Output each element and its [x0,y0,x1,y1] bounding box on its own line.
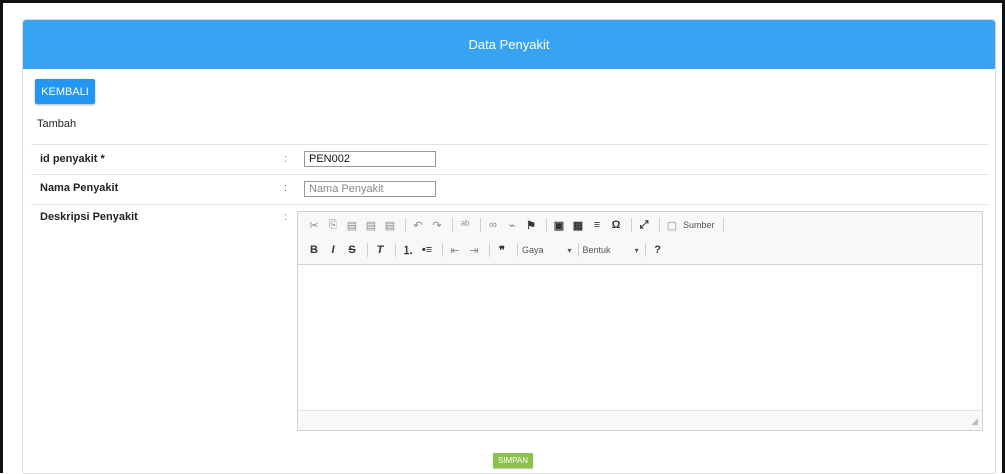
toolbar-separator [577,243,579,257]
form-subtitle: Tambah [37,118,77,130]
resize-handle-icon[interactable]: ◢ [971,416,978,427]
toolbar-separator [367,243,368,257]
toolbar-separator [452,218,453,232]
toolbar-row-1: ✂ ⎘ ▤ ▤ ▤ ↶ ↷ ᵃᵇ ∞ ⌁ ⚑ ▣ ▦ ≡ Ω ⤢ ▢ Sumbe… [306,215,728,235]
rich-text-editor: ✂ ⎘ ▤ ▤ ▤ ↶ ↷ ᵃᵇ ∞ ⌁ ⚑ ▣ ▦ ≡ Ω ⤢ ▢ Sumbe… [297,211,983,431]
source-button-label[interactable]: Sumber [683,220,715,230]
special-char-icon[interactable]: Ω [608,217,624,233]
separator: : [284,211,288,223]
editor-statusbar: ◢ [298,410,982,430]
toolbar-separator [631,218,632,232]
bulleted-list-icon[interactable]: •≡ [419,242,435,258]
undo-icon[interactable]: ↶ [410,217,426,233]
table-icon[interactable]: ▦ [570,217,586,233]
toolbar-separator [546,218,547,232]
numbered-list-icon[interactable]: ⒈ [400,242,416,258]
toolbar-separator [480,218,481,232]
toolbar-separator [722,218,724,232]
toolbar-separator [659,218,660,232]
outdent-icon[interactable]: ⇤ [447,242,463,258]
remove-format-icon[interactable]: T [372,242,388,258]
spellcheck-icon[interactable]: ᵃᵇ [457,217,473,233]
toolbar-separator [395,243,396,257]
description-label: Deskripsi Penyakit [40,211,138,223]
format-combo[interactable]: Bentuk ▾ [583,245,639,255]
style-combo[interactable]: Gaya ▾ [522,245,572,255]
help-icon[interactable]: ? [650,242,666,258]
editor-toolbar: ✂ ⎘ ▤ ▤ ▤ ↶ ↷ ᵃᵇ ∞ ⌁ ⚑ ▣ ▦ ≡ Ω ⤢ ▢ Sumbe… [298,212,982,265]
maximize-icon[interactable]: ⤢ [636,217,652,233]
paste-icon[interactable]: ▤ [344,217,360,233]
paste-word-icon[interactable]: ▤ [382,217,398,233]
image-icon[interactable]: ▣ [551,217,567,233]
back-button[interactable]: KEMBALI [35,79,95,104]
editor-content-area[interactable] [298,265,982,410]
strike-icon[interactable]: S [344,242,360,258]
form-row-name: Nama Penyakit : Nama Penyakit [31,174,989,204]
paste-text-icon[interactable]: ▤ [363,217,379,233]
style-combo-label: Gaya [522,245,544,255]
window-frame: Data Penyakit KEMBALI Tambah id penyakit… [0,0,1005,474]
toolbar-separator [517,243,518,257]
chevron-down-icon: ▾ [634,245,639,255]
link-icon[interactable]: ∞ [485,217,501,233]
page-title: Data Penyakit [23,20,995,69]
form-row-id: id penyakit * : PEN002 [31,144,989,174]
separator: : [284,153,288,165]
horizontal-rule-icon[interactable]: ≡ [589,217,605,233]
toolbar-separator [442,243,443,257]
name-label: Nama Penyakit [40,182,119,194]
id-label: id penyakit * [40,153,105,165]
source-icon[interactable]: ▢ [664,217,680,233]
name-input[interactable]: Nama Penyakit [304,181,436,197]
save-button[interactable]: SIMPAN [493,453,533,468]
form-card: Data Penyakit KEMBALI Tambah id penyakit… [22,19,996,474]
indent-icon[interactable]: ⇥ [466,242,482,258]
id-input[interactable]: PEN002 [304,151,436,167]
redo-icon[interactable]: ↷ [429,217,445,233]
blockquote-icon[interactable]: ❞ [494,242,510,258]
cut-icon[interactable]: ✂ [306,217,322,233]
separator: : [284,182,288,194]
unlink-icon[interactable]: ⌁ [504,217,520,233]
toolbar-separator [489,243,490,257]
format-combo-label: Bentuk [582,245,611,255]
bold-icon[interactable]: B [306,242,322,258]
italic-icon[interactable]: I [325,242,341,258]
chevron-down-icon: ▾ [567,245,572,255]
anchor-icon[interactable]: ⚑ [523,217,539,233]
toolbar-separator [405,218,406,232]
copy-icon[interactable]: ⎘ [325,217,341,233]
toolbar-separator [644,243,646,257]
toolbar-row-2: B I S T ⒈ •≡ ⇤ ⇥ ❞ Gaya ▾ Bentuk ▾ ? [306,240,669,260]
